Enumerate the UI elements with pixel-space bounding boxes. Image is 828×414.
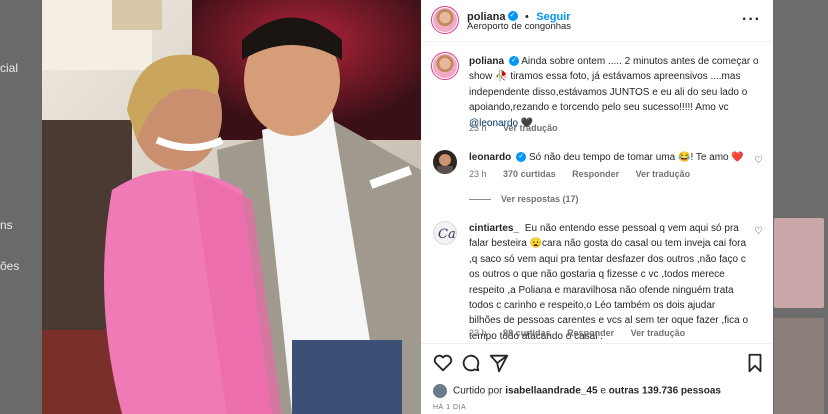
comment-time[interactable]: 23 h [469,169,487,179]
comment-item: Ca cintiartes_ Eu não entendo esse pesso… [433,221,765,342]
post-header: poliana ✓ • Seguir Aeroporto de congonhas… [421,0,773,42]
caption-avatar[interactable] [431,52,459,80]
verified-badge: ✓ [516,152,527,163]
reply-button[interactable]: Responder [572,169,619,179]
translate-button[interactable]: Ver tradução [636,169,691,179]
background-thumbnail [774,318,824,414]
replies-divider [469,199,491,201]
view-replies-label: Ver respostas (17) [501,194,579,204]
caption-username[interactable]: poliana [469,56,504,67]
background-page-right [772,0,828,414]
liked-by-prefix: Curtido por [453,385,503,397]
action-bar: Curtido por isabellaandrade_45 e outras … [421,343,773,414]
comment-icon[interactable] [460,352,482,374]
likes-count[interactable]: outras 139.736 pessoas [609,386,721,397]
background-text: ões [0,259,20,273]
liker-username[interactable]: isabellaandrade_45 [505,386,597,397]
svg-text:Ca: Ca [438,227,456,242]
comment-likes[interactable]: 370 curtidas [503,169,556,179]
post-details-panel: poliana ✓ • Seguir Aeroporto de congonhas… [421,0,773,414]
share-icon[interactable] [488,352,510,374]
comment-likes[interactable]: 98 curtidas [503,328,551,338]
verified-badge: ✓ [509,56,520,67]
author-avatar[interactable] [431,6,459,34]
view-replies-button[interactable]: Ver respostas (17) [469,194,579,204]
comment-text: Eu não entendo esse pessoal q vem aqui s… [469,223,749,342]
verified-badge: ✓ [507,10,518,21]
commenter-avatar[interactable]: Ca [433,221,457,245]
comment-time[interactable]: 23 h [469,328,487,338]
liker-avatar[interactable] [433,384,447,398]
background-text: cial [0,61,19,75]
caption-time[interactable]: 23 h [469,123,487,133]
commenter-username[interactable]: leonardo [469,152,511,163]
liked-by-conjunction: e [600,385,606,397]
comment-like-heart-icon[interactable]: ♡ [754,226,763,237]
heart-icon[interactable] [432,352,454,374]
translate-button[interactable]: Ver tradução [503,123,558,133]
commenter-username[interactable]: cintiartes_ [469,223,519,234]
location-link[interactable]: Aeroporto de congonhas [467,21,571,32]
more-icon[interactable]: ··· [742,11,761,29]
translate-button[interactable]: Ver tradução [631,328,686,338]
background-text: ns [0,218,13,232]
background-thumbnail [774,218,824,308]
post-date[interactable]: HÁ 1 DIA [433,404,466,411]
reply-button[interactable]: Responder [567,328,614,338]
caption: poliana ✓ Ainda sobre ontem ..... 2 minut… [431,52,765,134]
commenter-avatar[interactable] [433,150,457,174]
bookmark-icon[interactable] [744,352,766,374]
comment-text: Só não deu tempo de tomar uma 😂! Te amo … [529,152,744,163]
post-photo[interactable] [42,0,421,414]
comment-like-heart-icon[interactable]: ♡ [754,155,763,166]
liked-by: Curtido por isabellaandrade_45 e outras … [433,384,721,398]
